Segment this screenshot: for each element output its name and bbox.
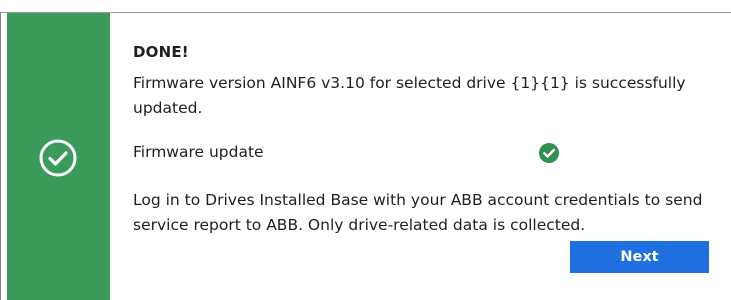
check-circle-icon [39,139,77,177]
dialog-content: DONE! Firmware version AINF6 v3.10 for s… [133,0,723,300]
next-button[interactable]: Next [570,241,709,273]
service-report-info: Log in to Drives Installed Base with you… [133,191,703,234]
success-message: Firmware version AINF6 v3.10 for selecte… [133,74,686,117]
dialog-title: DONE! [133,43,189,61]
dialog-left-border [0,12,1,300]
check-circle-filled-icon [539,143,559,163]
step-label-firmware-update: Firmware update [133,143,264,161]
